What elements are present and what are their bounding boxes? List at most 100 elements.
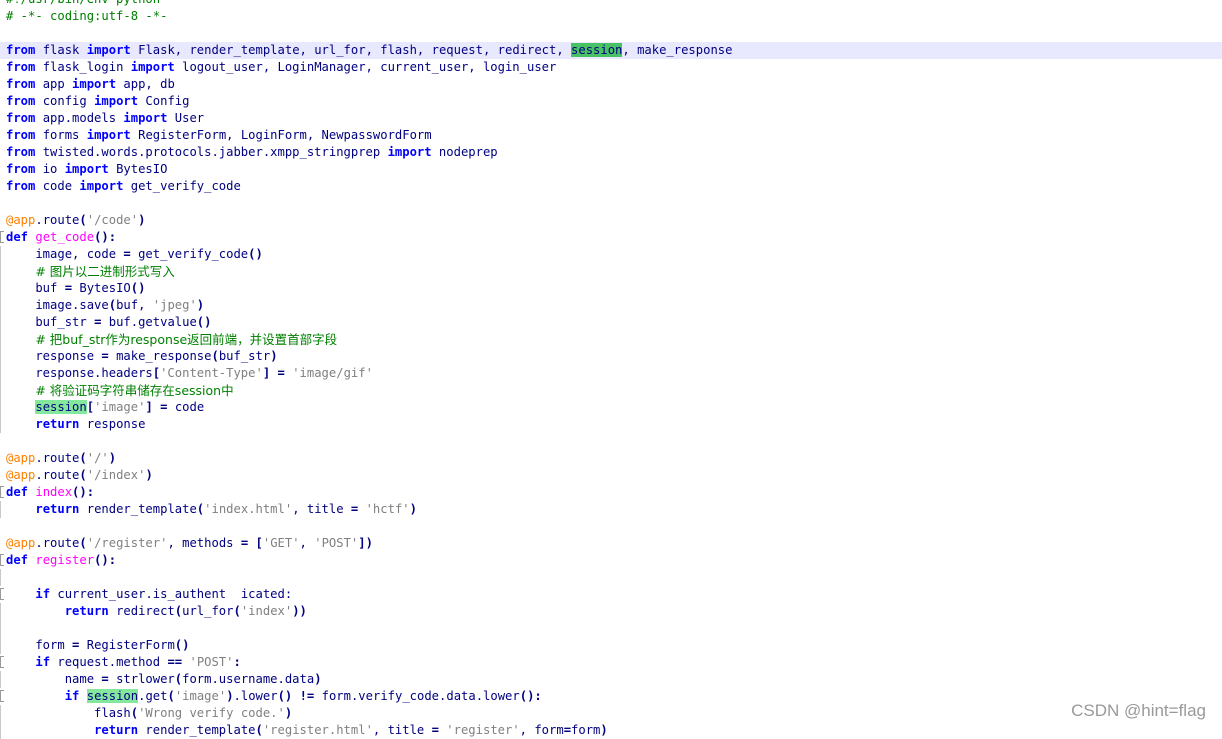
code-token: response — [6, 349, 102, 363]
code-line[interactable] — [0, 433, 1222, 450]
code-token: return — [35, 417, 80, 431]
code-token: import — [64, 162, 109, 176]
code-line[interactable]: name = strlower(form.username.data) — [0, 671, 1222, 688]
code-token: if — [35, 655, 51, 669]
code-token: get_code — [35, 230, 95, 244]
code-line[interactable]: from flask import Flask, render_template… — [0, 42, 1222, 59]
code-line[interactable] — [0, 620, 1222, 637]
code-line[interactable]: @app.route('/code') — [0, 212, 1222, 229]
code-line[interactable]: from io import BytesIO — [0, 161, 1222, 178]
code-line[interactable]: # 把buf_str作为response返回前端，并设置首部字段 — [0, 331, 1222, 348]
code-line[interactable]: if current_user.is_authent icated: — [0, 586, 1222, 603]
code-token: 'index' — [240, 604, 293, 618]
fold-marker-icon[interactable] — [0, 486, 4, 498]
code-line[interactable]: from app import app, db — [0, 76, 1222, 93]
code-line[interactable]: from config import Config — [0, 93, 1222, 110]
code-line[interactable]: from twisted.words.protocols.jabber.xmpp… — [0, 144, 1222, 161]
code-token: [ — [152, 366, 161, 380]
code-token: nodeprep — [431, 145, 498, 159]
code-token: # 将验证码字符串储存在session中 — [35, 383, 234, 398]
code-line[interactable]: return redirect(url_for('index')) — [0, 603, 1222, 620]
code-line[interactable]: @app.route('/') — [0, 450, 1222, 467]
code-line[interactable]: # 将验证码字符串储存在session中 — [0, 382, 1222, 399]
fold-marker-icon[interactable] — [0, 231, 4, 243]
fold-marker-icon[interactable] — [0, 554, 4, 566]
code-token: , title — [372, 723, 432, 737]
code-line[interactable]: from code import get_verify_code — [0, 178, 1222, 195]
code-token: get_verify_code — [130, 247, 249, 261]
code-line[interactable]: image.save(buf, 'jpeg') — [0, 297, 1222, 314]
code-token: form.verify_code.data.lower — [314, 689, 520, 703]
code-line[interactable]: response.headers['Content-Type'] = 'imag… — [0, 365, 1222, 382]
code-token: twisted.words.protocols.jabber.xmpp_stri… — [35, 145, 388, 159]
code-token: ) — [409, 502, 417, 516]
code-token: : — [233, 655, 241, 669]
code-line[interactable]: def get_code(): — [0, 229, 1222, 246]
code-token: form — [571, 723, 601, 737]
code-line[interactable]: if session.get('image').lower() != form.… — [0, 688, 1222, 705]
fold-marker-icon[interactable] — [0, 690, 4, 702]
fold-guide — [0, 705, 1, 722]
code-token: 'Wrong verify code.' — [138, 706, 285, 720]
code-line[interactable]: session['image'] = code — [0, 399, 1222, 416]
code-token: 'GET' — [262, 536, 300, 550]
code-line[interactable]: return response — [0, 416, 1222, 433]
code-line[interactable]: buf_str = buf.getvalue() — [0, 314, 1222, 331]
code-line[interactable]: flash('Wrong verify code.') — [0, 705, 1222, 722]
code-token: # 把buf_str作为response返回前端，并设置首部字段 — [35, 332, 338, 347]
code-token: flash — [6, 706, 131, 720]
fold-guide — [0, 382, 1, 399]
code-line[interactable] — [0, 195, 1222, 212]
code-token: def — [6, 553, 29, 567]
code-line[interactable]: from flask_login import logout_user, Log… — [0, 59, 1222, 76]
code-line[interactable]: return render_template('index.html', tit… — [0, 501, 1222, 518]
code-line[interactable]: # 图片以二进制形式写入 — [0, 263, 1222, 280]
code-token: , methods — [167, 536, 241, 550]
code-token: return — [94, 723, 139, 737]
code-line[interactable]: from app.models import User — [0, 110, 1222, 127]
code-token: render_template — [138, 723, 256, 737]
code-token: buf.getvalue — [101, 315, 197, 329]
code-token: flask — [35, 43, 87, 57]
code-line[interactable]: def register(): — [0, 552, 1222, 569]
code-token: form.username.data — [182, 672, 315, 686]
code-line[interactable]: image, code = get_verify_code() — [0, 246, 1222, 263]
watermark: CSDN @hint=flag — [1071, 701, 1206, 720]
code-line[interactable]: buf = BytesIO() — [0, 280, 1222, 297]
code-editor[interactable]: #!/usr/bin/env python # -*- coding:utf-8 … — [0, 0, 1222, 739]
code-line[interactable] — [0, 569, 1222, 586]
code-line[interactable]: return render_template('register.html', … — [0, 722, 1222, 739]
code-token: code — [35, 179, 80, 193]
code-line[interactable] — [0, 25, 1222, 42]
code-token: from — [6, 43, 36, 57]
code-line[interactable]: #!/usr/bin/env python — [0, 0, 1222, 8]
code-line[interactable]: @app.route('/index') — [0, 467, 1222, 484]
code-line[interactable]: if request.method == 'POST': — [0, 654, 1222, 671]
code-token: import — [130, 60, 175, 74]
code-token: 'image' — [94, 400, 146, 414]
code-token: (): — [72, 485, 95, 499]
fold-marker-icon[interactable] — [0, 588, 4, 600]
code-token: import — [86, 43, 131, 57]
code-line[interactable] — [0, 518, 1222, 535]
code-line[interactable]: form = RegisterForm() — [0, 637, 1222, 654]
code-token: () — [277, 689, 293, 703]
code-token: image, code — [6, 247, 124, 261]
code-token: render_template — [79, 502, 197, 516]
code-line[interactable]: response = make_response(buf_str) — [0, 348, 1222, 365]
code-token: from — [6, 60, 36, 74]
code-line[interactable]: @app.route('/register', methods = ['GET'… — [0, 535, 1222, 552]
fold-guide — [0, 501, 1, 518]
code-line[interactable]: from forms import RegisterForm, LoginFor… — [0, 127, 1222, 144]
fold-guide — [0, 569, 1, 586]
fold-marker-icon[interactable] — [0, 656, 4, 668]
code-line[interactable]: def index(): — [0, 484, 1222, 501]
code-line[interactable]: # -*- coding:utf-8 -*- — [0, 8, 1222, 25]
code-token: if — [64, 689, 80, 703]
code-token: make_response — [108, 349, 212, 363]
